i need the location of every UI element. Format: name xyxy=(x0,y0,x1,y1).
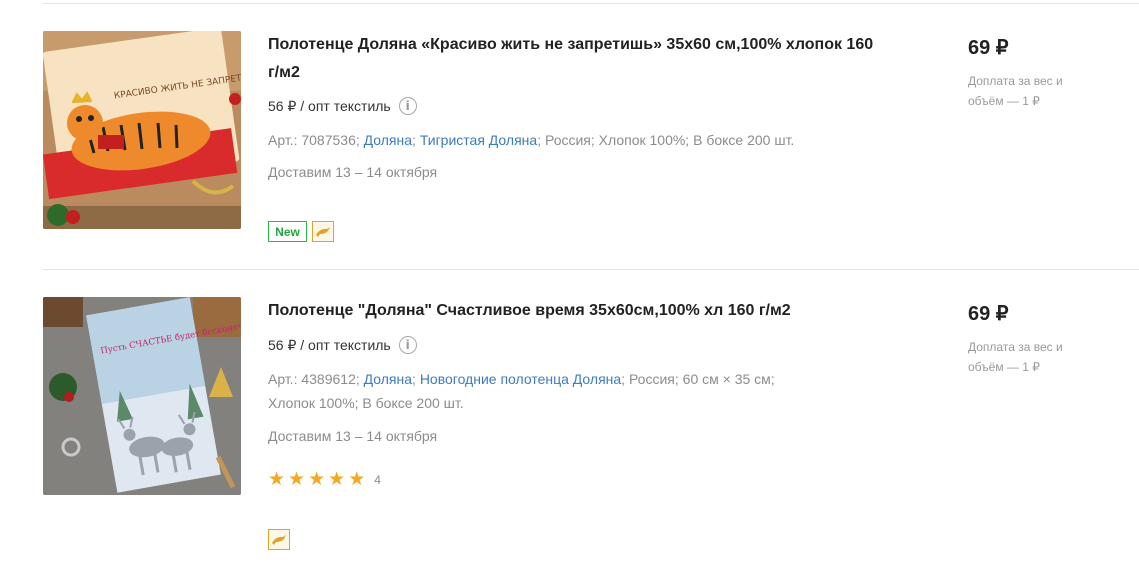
new-badge: New xyxy=(268,221,307,242)
promo-badge[interactable] xyxy=(312,221,334,242)
rating-count[interactable]: 4 xyxy=(374,473,381,487)
meta-box-qty: В боксе 200 шт. xyxy=(693,132,795,148)
brand-link[interactable]: Доляна xyxy=(364,132,412,148)
weight-surcharge: Доплата за вес и объём — 1 ₽ xyxy=(968,74,1063,108)
meta-material: Хлопок 100%; xyxy=(268,395,359,411)
product-image[interactable]: Пусть СЧАСТЬЕ будет бесконечным xyxy=(43,297,241,495)
product-divider xyxy=(43,269,1139,270)
series-link[interactable]: Тигристая Доляна xyxy=(420,132,537,148)
product-meta: Арт.: 4389612; Доляна; Новогодние полоте… xyxy=(268,367,828,415)
meta-separator: ; xyxy=(537,132,542,148)
article-number: Арт.: 4389612; xyxy=(268,371,360,387)
meta-separator: ; xyxy=(621,371,626,387)
product-title-link[interactable]: Полотенце "Доляна" Счастливое время 35х6… xyxy=(268,297,888,325)
opt-price-row: 56 ₽ / опт текстиль i xyxy=(268,97,417,115)
info-icon[interactable]: i xyxy=(398,97,417,115)
info-icon[interactable]: i xyxy=(398,336,417,354)
price: 69 ₽ xyxy=(968,303,1009,325)
weight-surcharge: Доплата за вес и объём — 1 ₽ xyxy=(968,340,1063,374)
meta-separator: ; xyxy=(412,371,416,387)
top-divider xyxy=(43,3,1139,4)
article-number: Арт.: 7087536; xyxy=(268,132,360,148)
promo-badge[interactable] xyxy=(268,529,290,550)
star-icon: ★ xyxy=(308,468,326,490)
meta-country: Россия; xyxy=(628,371,679,387)
delivery-date: Доставим 13 – 14 октября xyxy=(268,428,438,444)
star-icon: ★ xyxy=(268,468,286,490)
meta-material: Хлопок 100%; xyxy=(598,132,690,148)
meta-box-qty: В боксе 200 шт. xyxy=(362,395,464,411)
star-icon: ★ xyxy=(348,468,366,490)
star-icon: ★ xyxy=(288,468,306,490)
opt-price-text: 56 ₽ / опт текстиль xyxy=(268,336,391,353)
star-icon: ★ xyxy=(328,468,346,490)
opt-price-text: 56 ₽ / опт текстиль xyxy=(268,97,391,114)
opt-price-row: 56 ₽ / опт текстиль i xyxy=(268,336,417,354)
series-link[interactable]: Новогодние полотенца Доляна xyxy=(420,371,621,387)
product-image[interactable]: КРАСИВО ЖИТЬ НЕ ЗАПРЕТИШЬ xyxy=(43,31,241,229)
product-title-link[interactable]: Полотенце Доляна «Красиво жить не запрет… xyxy=(268,31,888,87)
meta-country: Россия; xyxy=(544,132,595,148)
meta-separator: ; xyxy=(412,132,416,148)
dolphin-icon xyxy=(316,226,330,237)
price: 69 ₽ xyxy=(968,37,1009,59)
towel-deer-image: Пусть СЧАСТЬЕ будет бесконечным xyxy=(43,297,241,495)
delivery-date: Доставим 13 – 14 октября xyxy=(268,164,438,180)
brand-link[interactable]: Доляна xyxy=(364,371,412,387)
towel-tiger-image: КРАСИВО ЖИТЬ НЕ ЗАПРЕТИШЬ xyxy=(43,31,241,229)
dolphin-icon xyxy=(272,534,286,545)
product-meta: Арт.: 7087536; Доляна; Тигристая Доляна;… xyxy=(268,128,828,152)
meta-size: 60 см × 35 см; xyxy=(682,371,775,387)
rating-stars[interactable]: ★ ★ ★ ★ ★ 4 xyxy=(268,470,381,489)
